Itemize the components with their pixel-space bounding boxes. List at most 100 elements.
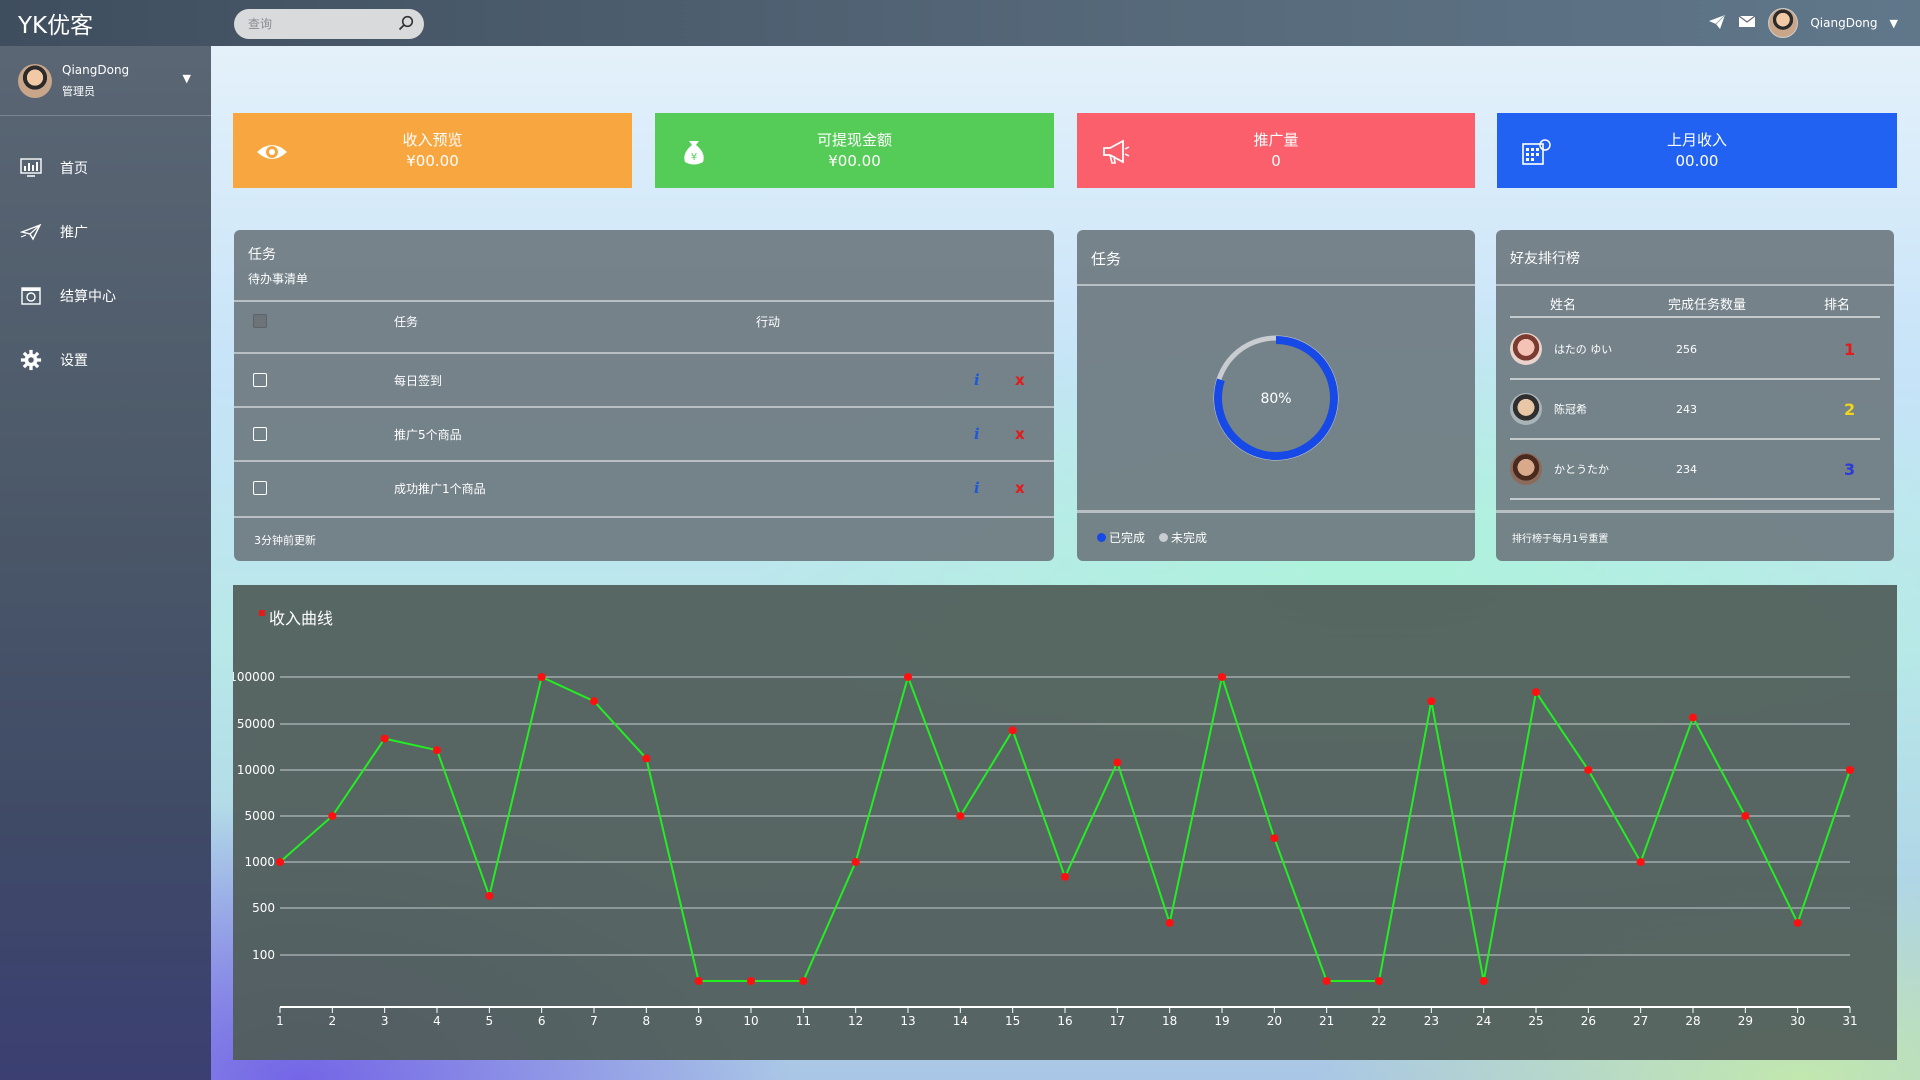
select-all-checkbox[interactable] (253, 314, 267, 328)
data-point[interactable] (1741, 812, 1750, 820)
table-row: 成功推广1个商品 i x (234, 460, 1054, 514)
x-tick-label: 2 (329, 1014, 337, 1028)
info-icon[interactable]: i (974, 425, 980, 443)
sidebar-item-settings[interactable]: 设置 (0, 328, 211, 392)
x-tick-label: 29 (1738, 1014, 1753, 1028)
data-point[interactable] (276, 858, 284, 866)
delete-icon[interactable]: x (1015, 479, 1025, 497)
income-line-chart: 1005001000500010000500001000001 2 3 4 5 6 7 8 9 1… (233, 670, 1858, 1028)
data-point[interactable] (590, 697, 598, 706)
data-point[interactable] (1165, 918, 1174, 927)
search-icon[interactable] (398, 15, 414, 34)
sidebar-item-label: 结算中心 (60, 289, 116, 305)
panel-subtitle: 待办事清单 (248, 272, 309, 286)
user-menu-chevron-icon[interactable]: ▼ (1890, 17, 1898, 30)
profile-role: 管理员 (62, 84, 95, 98)
data-point[interactable] (956, 812, 965, 820)
friend-task-count: 243 (1676, 402, 1697, 416)
data-point[interactable] (1793, 918, 1802, 927)
list-item[interactable]: かとうたか 234 3 (1510, 440, 1880, 500)
task-checkbox[interactable] (253, 427, 267, 441)
data-point[interactable] (1061, 872, 1069, 881)
data-point[interactable] (904, 673, 912, 681)
data-point[interactable] (433, 746, 441, 755)
data-point[interactable] (380, 734, 389, 743)
x-tick-label: 11 (796, 1014, 811, 1028)
x-tick-label: 27 (1633, 1014, 1648, 1028)
task-checkbox[interactable] (253, 481, 267, 495)
table-row: 推广5个商品 i x (234, 406, 1054, 460)
data-point[interactable] (1270, 834, 1279, 843)
task-progress-panel: 任务 80% 已完成 未完成 (1077, 230, 1475, 561)
x-tick-label: 15 (1005, 1014, 1020, 1028)
stat-title: 收入预览 (402, 130, 463, 149)
profile-chevron-down-icon[interactable]: ▼ (183, 72, 191, 85)
x-tick-label: 23 (1424, 1014, 1439, 1028)
stat-value: ¥00.00 (406, 151, 459, 170)
x-tick-label: 6 (538, 1014, 546, 1028)
sidebar: QiangDong 管理员 ▼ 首页 推广 结算中心 设置 (0, 46, 211, 1080)
stat-title: 推广量 (1253, 130, 1299, 149)
data-point[interactable] (1322, 977, 1331, 985)
x-tick-label: 21 (1319, 1014, 1334, 1028)
top-user-name[interactable]: QiangDong (1810, 16, 1877, 30)
stat-card-withdrawable[interactable]: ¥ 可提现金额 ¥00.00 (655, 113, 1054, 188)
delete-icon[interactable]: x (1015, 371, 1025, 389)
data-point[interactable] (1636, 858, 1645, 866)
mail-icon[interactable] (1738, 15, 1756, 31)
data-point[interactable] (1689, 713, 1697, 722)
x-tick-label: 30 (1790, 1014, 1805, 1028)
stat-card-promotion-count[interactable]: 推广量 0 (1077, 113, 1475, 188)
data-point[interactable] (694, 977, 703, 985)
calculator-icon (1519, 135, 1553, 169)
sidebar-item-settlement[interactable]: 结算中心 (0, 264, 211, 328)
list-item[interactable]: はたの ゆい 256 1 (1510, 320, 1880, 380)
data-point[interactable] (1008, 726, 1017, 735)
task-checkbox[interactable] (253, 373, 267, 387)
search-box (234, 9, 424, 39)
y-tick-label: 50000 (237, 717, 275, 731)
data-point[interactable] (1479, 977, 1488, 985)
profile-avatar (18, 63, 52, 98)
data-point[interactable] (1218, 673, 1226, 681)
x-tick-label: 19 (1214, 1014, 1229, 1028)
data-point[interactable] (851, 858, 860, 866)
search-input[interactable] (248, 17, 398, 31)
data-point[interactable] (1846, 766, 1854, 774)
data-point[interactable] (1584, 766, 1593, 774)
x-tick-label: 31 (1842, 1014, 1857, 1028)
data-point[interactable] (747, 977, 755, 985)
sidebar-item-promote[interactable]: 推广 (0, 200, 211, 264)
info-icon[interactable]: i (974, 371, 980, 389)
rank-number: 3 (1844, 459, 1856, 479)
data-point[interactable] (642, 754, 651, 763)
stat-card-income-preview[interactable]: 收入预览 ¥00.00 (233, 113, 632, 188)
legend-done-label: 已完成 (1109, 530, 1146, 545)
profile-name: QiangDong (62, 62, 130, 77)
data-point[interactable] (799, 977, 808, 985)
send-icon[interactable] (1708, 14, 1726, 33)
sidebar-item-home[interactable]: 首页 (0, 136, 211, 200)
y-tick-label: 1000 (244, 855, 275, 869)
x-tick-label: 16 (1057, 1014, 1072, 1028)
data-point[interactable] (1113, 758, 1122, 767)
user-avatar[interactable] (1768, 8, 1799, 38)
list-item[interactable]: 陈冠希 243 2 (1510, 380, 1880, 440)
data-point[interactable] (1427, 697, 1436, 706)
top-right-tools: QiangDong ▼ (1708, 0, 1898, 46)
data-point[interactable] (485, 891, 494, 900)
sidebar-profile[interactable]: QiangDong 管理员 ▼ (0, 46, 211, 116)
delete-icon[interactable]: x (1015, 425, 1025, 443)
settlement-icon (20, 285, 42, 307)
stat-card-last-month-income[interactable]: 上月收入 00.00 (1497, 113, 1897, 188)
data-point[interactable] (1375, 977, 1383, 985)
column-header-action: 行动 (756, 314, 781, 329)
data-point[interactable] (537, 673, 546, 681)
x-tick-label: 28 (1685, 1014, 1700, 1028)
data-point[interactable] (328, 812, 337, 820)
sidebar-item-label: 首页 (60, 161, 88, 177)
data-point[interactable] (1532, 688, 1540, 697)
x-tick-label: 12 (848, 1014, 863, 1028)
friend-avatar (1510, 393, 1542, 425)
info-icon[interactable]: i (974, 479, 980, 497)
